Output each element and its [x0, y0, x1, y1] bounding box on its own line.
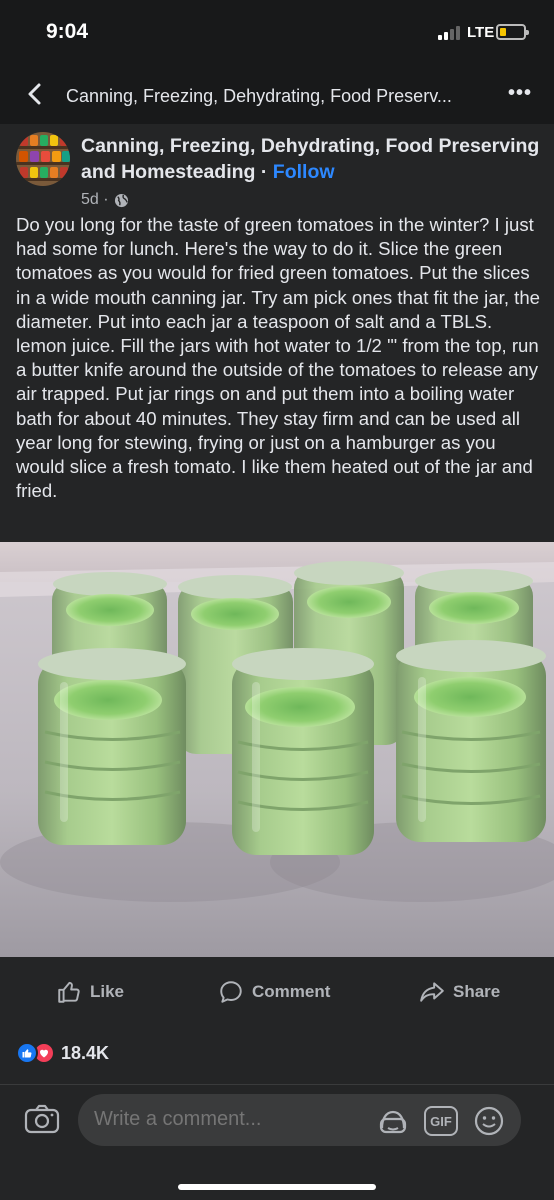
name-separator: · — [255, 161, 273, 183]
battery-icon — [496, 24, 529, 40]
gif-label: GIF — [430, 1113, 452, 1129]
avatar-sticker-icon[interactable] — [376, 1106, 410, 1136]
thumbs-up-icon — [58, 981, 80, 1003]
nav-bar: Canning, Freezing, Dehydrating, Food Pre… — [0, 68, 554, 124]
like-button[interactable]: Like — [56, 979, 124, 1005]
signal-icon — [438, 24, 462, 40]
gif-button[interactable]: GIF — [424, 1106, 458, 1136]
share-button[interactable]: Share — [419, 979, 500, 1005]
comment-input[interactable] — [94, 1108, 364, 1131]
page-name[interactable]: Canning, Freezing, Dehydrating, Food Pre… — [81, 133, 541, 185]
post-photo[interactable] — [0, 542, 554, 957]
post-text: Do you long for the taste of green tomat… — [16, 214, 541, 502]
camera-icon[interactable] — [24, 1103, 60, 1135]
post-age: 5d · — [81, 191, 109, 208]
home-indicator — [178, 1184, 376, 1190]
comment-button[interactable]: Comment — [218, 979, 330, 1005]
more-options-icon[interactable]: ••• — [508, 82, 532, 105]
comment-label: Comment — [252, 982, 331, 1001]
share-label: Share — [453, 982, 501, 1001]
back-icon[interactable] — [22, 80, 50, 108]
globe-icon — [114, 193, 128, 207]
share-arrow-icon — [420, 982, 444, 1002]
page-avatar[interactable] — [16, 132, 70, 186]
comment-composer: GIF — [0, 1084, 554, 1200]
reaction-count: 18.4K — [61, 1042, 110, 1063]
status-bar: 9:04 LTE — [0, 0, 554, 68]
post-meta: 5d · — [81, 191, 129, 209]
comment-box[interactable]: GIF — [78, 1094, 521, 1146]
comment-bubble-icon — [220, 981, 242, 1003]
network-label: LTE — [467, 24, 495, 41]
emoji-icon[interactable] — [474, 1106, 504, 1136]
reactions-summary[interactable]: 18.4K — [16, 1042, 109, 1064]
post-actions: Like Comment Share — [0, 979, 554, 1019]
post-card: Canning, Freezing, Dehydrating, Food Pre… — [0, 124, 554, 1084]
status-time: 9:04 — [46, 20, 89, 43]
follow-button[interactable]: Follow — [273, 161, 335, 183]
like-reaction-icon — [16, 1042, 38, 1064]
like-label: Like — [90, 982, 125, 1001]
nav-title: Canning, Freezing, Dehydrating, Food Pre… — [66, 86, 452, 106]
